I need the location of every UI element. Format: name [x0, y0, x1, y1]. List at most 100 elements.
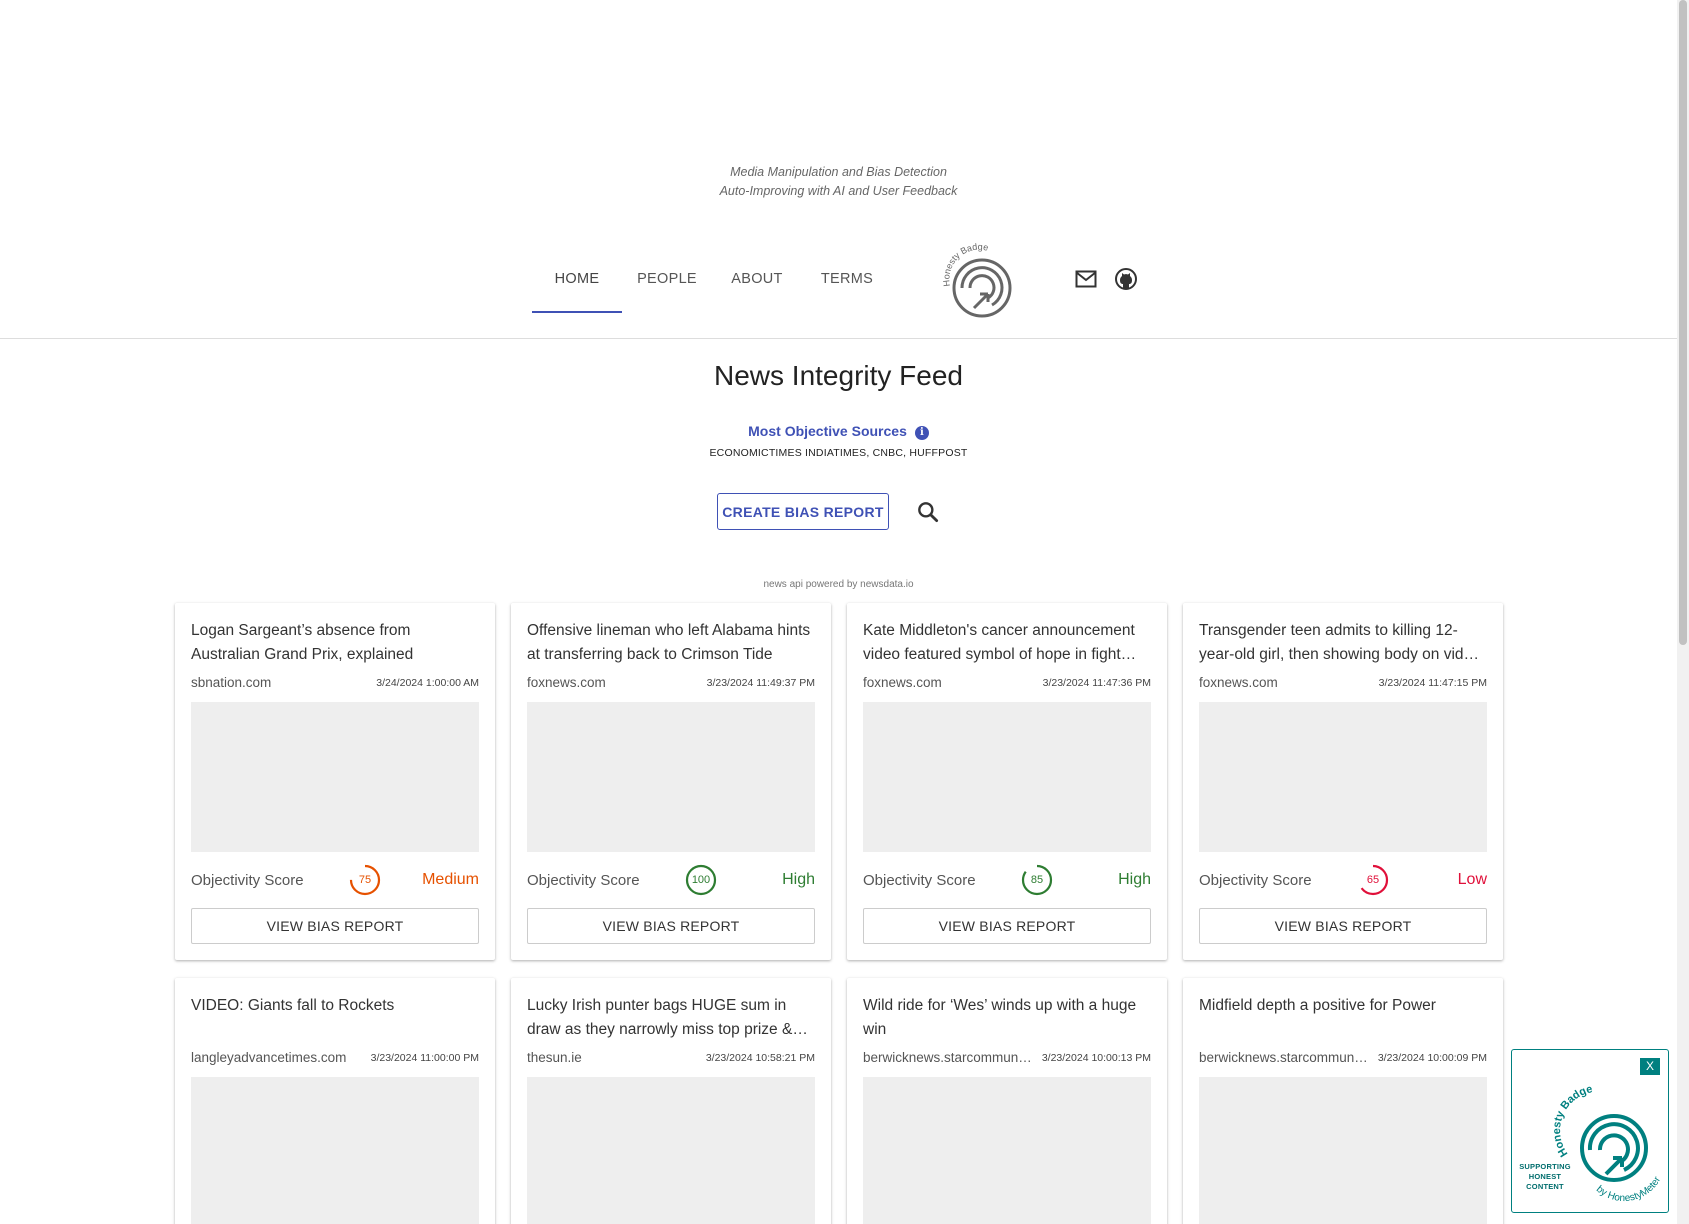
card-image[interactable]: [527, 1077, 815, 1224]
card-meta: thesun.ie 3/23/2024 10:58:21 PM: [527, 1050, 815, 1065]
tab-terms[interactable]: TERMS: [802, 245, 892, 313]
card-date: 3/23/2024 11:47:36 PM: [1042, 676, 1151, 689]
objectivity-level: Low: [1457, 871, 1487, 888]
card-title[interactable]: Logan Sargeant’s absence from Australian…: [191, 619, 479, 667]
card-image[interactable]: [1199, 702, 1487, 852]
card-title[interactable]: Offensive lineman who left Alabama hints…: [527, 619, 815, 667]
objectivity-score-ring: 85: [1021, 864, 1053, 896]
news-card: Offensive lineman who left Alabama hints…: [511, 603, 831, 960]
card-meta: berwicknews.starcommunity.com.au 3/23/20…: [1199, 1050, 1487, 1065]
view-bias-report-button[interactable]: VIEW BIAS REPORT: [863, 908, 1151, 944]
header-divider: [0, 338, 1677, 339]
card-date: 3/23/2024 11:49:37 PM: [706, 676, 815, 689]
objectivity-score-label: Objectivity Score: [527, 871, 640, 889]
card-meta: foxnews.com 3/23/2024 11:49:37 PM: [527, 675, 815, 690]
card-source: foxnews.com: [1199, 675, 1278, 690]
objectivity-score-row: Objectivity Score 65 Low: [1199, 862, 1487, 898]
github-button[interactable]: [1112, 265, 1140, 293]
card-title[interactable]: Transgender teen admits to killing 12-ye…: [1199, 619, 1487, 667]
tab-people[interactable]: PEOPLE: [622, 245, 712, 313]
tab-home[interactable]: HOME: [532, 245, 622, 313]
powered-by-note: news api powered by newsdata.io: [763, 579, 914, 590]
badge-text-line-2: HONEST: [1528, 1172, 1562, 1181]
objectivity-level: Medium: [422, 871, 479, 888]
objectivity-score-ring: 75: [349, 864, 381, 896]
most-objective-sources-list: ECONOMICTIMES INDIATIMES, CNBC, HUFFPOST: [709, 447, 968, 459]
most-objective-sources-text: Most Objective Sources: [748, 423, 907, 439]
card-date: 3/24/2024 1:00:00 AM: [376, 676, 479, 689]
objectivity-score-value: 100: [691, 874, 711, 886]
badge-text-line-1: SUPPORTING: [1519, 1162, 1571, 1171]
objectivity-score-ring: 100: [685, 864, 717, 896]
card-date: 3/23/2024 11:47:15 PM: [1378, 676, 1487, 689]
objectivity-score-label: Objectivity Score: [863, 871, 976, 889]
info-icon[interactable]: i: [914, 426, 929, 440]
card-meta: foxnews.com 3/23/2024 11:47:15 PM: [1199, 675, 1487, 690]
tagline-line-2: Auto-Improving with AI and User Feedback: [719, 184, 958, 198]
card-date: 3/23/2024 10:00:09 PM: [1377, 1051, 1487, 1064]
site-tagline: Media Manipulation and Bias Detection Au…: [0, 163, 1677, 201]
news-card: Midfield depth a positive for Power berw…: [1183, 978, 1503, 1224]
card-image[interactable]: [863, 702, 1151, 852]
create-bias-report-button[interactable]: CREATE BIAS REPORT: [717, 493, 889, 530]
card-source: langleyadvancetimes.com: [191, 1050, 347, 1065]
view-bias-report-button[interactable]: VIEW BIAS REPORT: [191, 908, 479, 944]
card-title[interactable]: Wild ride for ‘Wes’ winds up with a huge…: [863, 994, 1151, 1042]
search-icon[interactable]: [915, 499, 941, 525]
objectivity-score-ring: 65: [1357, 864, 1389, 896]
mail-button[interactable]: [1072, 265, 1100, 293]
honesty-badge-widget: X Honesty Badge by HonestyMeter SUPPORTI…: [1511, 1049, 1669, 1213]
card-date: 3/23/2024 10:58:21 PM: [705, 1051, 815, 1064]
objectivity-score-row: Objectivity Score 100 High: [527, 862, 815, 898]
news-card: Lucky Irish punter bags HUGE sum in draw…: [511, 978, 831, 1224]
card-meta: langleyadvancetimes.com 3/23/2024 11:00:…: [191, 1050, 479, 1065]
card-source: foxnews.com: [863, 675, 942, 690]
card-image[interactable]: [191, 1077, 479, 1224]
svg-text:Honesty Badge: Honesty Badge: [1551, 1083, 1594, 1159]
card-title[interactable]: Lucky Irish punter bags HUGE sum in draw…: [527, 994, 815, 1042]
card-date: 3/23/2024 10:00:13 PM: [1041, 1051, 1151, 1064]
objectivity-score-value: 65: [1366, 874, 1380, 886]
main-nav: HOME PEOPLE ABOUT TERMS Honesty Badge: [532, 242, 1137, 318]
objectivity-score-value: 75: [358, 874, 372, 886]
badge-supporting-text: SUPPORTING HONEST CONTENT: [1517, 1162, 1573, 1192]
tab-about[interactable]: ABOUT: [712, 245, 802, 313]
card-meta: berwicknews.starcommunity.com.au 3/23/20…: [863, 1050, 1151, 1065]
card-image[interactable]: [191, 702, 479, 852]
news-card: Kate Middleton's cancer announcement vid…: [847, 603, 1167, 960]
objectivity-score-row: Objectivity Score 85 High: [863, 862, 1151, 898]
badge-title: Honesty Badge: [1551, 1083, 1594, 1159]
news-card: VIDEO: Giants fall to Rockets langleyadv…: [175, 978, 495, 1224]
scrollbar-thumb[interactable]: [1679, 0, 1687, 645]
tagline-line-1: Media Manipulation and Bias Detection: [730, 165, 947, 179]
card-title[interactable]: Midfield depth a positive for Power: [1199, 994, 1487, 1042]
card-date: 3/23/2024 11:00:00 PM: [370, 1051, 479, 1064]
mail-icon: [1075, 270, 1097, 288]
most-objective-sources-label[interactable]: Most Objective Sources i: [0, 423, 1677, 440]
card-meta: sbnation.com 3/24/2024 1:00:00 AM: [191, 675, 479, 690]
objectivity-score-label: Objectivity Score: [1199, 871, 1312, 889]
card-source: thesun.ie: [527, 1050, 582, 1065]
objectivity-level: High: [782, 871, 815, 888]
objectivity-score-label: Objectivity Score: [191, 871, 304, 889]
card-source: foxnews.com: [527, 675, 606, 690]
view-bias-report-button[interactable]: VIEW BIAS REPORT: [1199, 908, 1487, 944]
view-bias-report-button[interactable]: VIEW BIAS REPORT: [527, 908, 815, 944]
card-title[interactable]: VIDEO: Giants fall to Rockets: [191, 994, 479, 1042]
objectivity-score-row: Objectivity Score 75 Medium: [191, 862, 479, 898]
news-card: Wild ride for ‘Wes’ winds up with a huge…: [847, 978, 1167, 1224]
card-image[interactable]: [863, 1077, 1151, 1224]
card-source: berwicknews.starcommunity.com.au: [1199, 1050, 1369, 1065]
card-image[interactable]: [527, 702, 815, 852]
news-card: Logan Sargeant’s absence from Australian…: [175, 603, 495, 960]
card-meta: foxnews.com 3/23/2024 11:47:36 PM: [863, 675, 1151, 690]
card-image[interactable]: [1199, 1077, 1487, 1224]
card-source: sbnation.com: [191, 675, 272, 690]
github-icon: [1115, 268, 1137, 290]
honesty-badge-logo[interactable]: Honesty Badge: [940, 242, 1020, 322]
objectivity-score-value: 85: [1030, 874, 1044, 886]
page-title: News Integrity Feed: [714, 360, 963, 391]
card-title[interactable]: Kate Middleton's cancer announcement vid…: [863, 619, 1151, 667]
card-source: berwicknews.starcommunity.com.au: [863, 1050, 1033, 1065]
page-scrollbar[interactable]: [1677, 0, 1689, 1224]
